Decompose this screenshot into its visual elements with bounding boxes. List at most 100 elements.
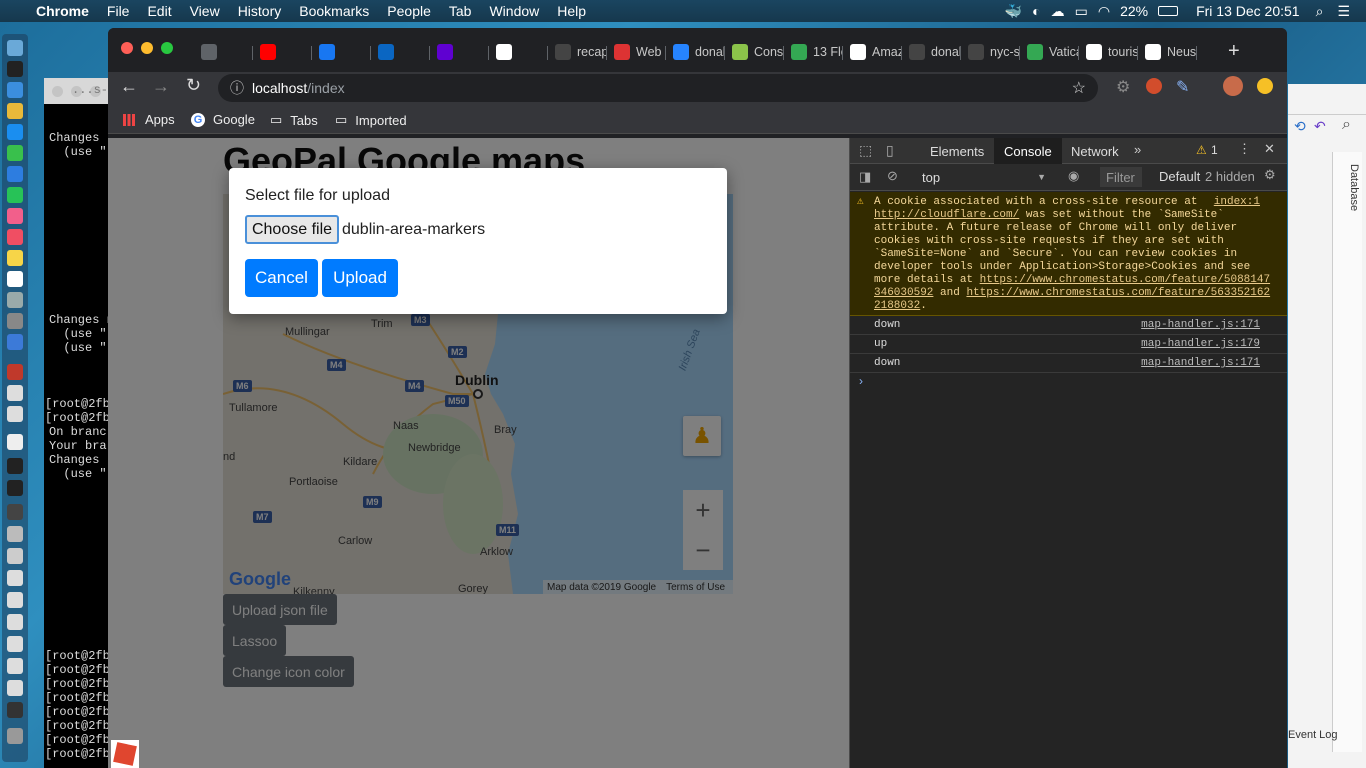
tab-console[interactable]: Console: [994, 138, 1062, 164]
browser-tab[interactable]: Amaz: [843, 40, 902, 64]
browser-tab[interactable]: Neusc: [1138, 40, 1197, 64]
browser-tab[interactable]: [430, 40, 489, 64]
browser-tab[interactable]: Const: [725, 40, 784, 64]
filter-input[interactable]: Filter: [1100, 167, 1142, 187]
window-icon[interactable]: [7, 636, 23, 652]
forward-button[interactable]: →: [152, 76, 170, 97]
notification-center-icon[interactable]: ☰: [1337, 3, 1350, 20]
browser-tab[interactable]: [312, 40, 371, 64]
live-expression-eye-icon[interactable]: ◉: [1068, 168, 1079, 184]
calendar-icon[interactable]: [7, 271, 23, 287]
terminal-window-icon[interactable]: [7, 480, 23, 496]
extension-pen-icon[interactable]: ✎: [1176, 77, 1189, 97]
menu-window[interactable]: Window: [480, 3, 548, 19]
browser-tab[interactable]: [489, 40, 548, 64]
xcode-icon[interactable]: [7, 334, 23, 350]
scratch-icon[interactable]: [111, 740, 139, 768]
browser-tab[interactable]: nyc-s: [961, 40, 1020, 64]
document-icon[interactable]: [7, 385, 23, 401]
close-devtools-icon[interactable]: ✕: [1264, 141, 1275, 157]
log-source-link[interactable]: map-handler.js:171: [1141, 319, 1260, 331]
window-icon[interactable]: [7, 658, 23, 674]
menu-people[interactable]: People: [378, 3, 440, 19]
airplay-icon[interactable]: ▭: [1075, 3, 1088, 20]
console-prompt-icon[interactable]: ›: [859, 374, 863, 388]
browser-tab[interactable]: Vatica: [1020, 40, 1079, 64]
whatsapp-icon[interactable]: [7, 187, 23, 203]
browser-tab[interactable]: [253, 40, 312, 64]
close-dot-icon[interactable]: [52, 86, 63, 97]
chrome-icon[interactable]: [7, 103, 23, 119]
appstore-icon[interactable]: [7, 124, 23, 140]
battery-percent[interactable]: 22%: [1120, 3, 1148, 19]
browser-tab[interactable]: 13 Fle: [784, 40, 843, 64]
menu-tab[interactable]: Tab: [440, 3, 481, 19]
window-icon[interactable]: [7, 680, 23, 696]
console-settings-icon[interactable]: ⚙: [1264, 167, 1276, 183]
log-source-link[interactable]: map-handler.js:171: [1141, 357, 1260, 369]
devtools-menu-icon[interactable]: ⋮: [1238, 141, 1251, 157]
messages-icon[interactable]: [7, 145, 23, 161]
terminal-window[interactable]: ...s-ap Changes (use " Changes n (use " …: [44, 78, 114, 768]
browser-tab[interactable]: Web r: [607, 40, 666, 64]
clear-console-icon[interactable]: ⊘: [887, 168, 898, 184]
photos-icon[interactable]: [7, 208, 23, 224]
safari-icon[interactable]: [7, 82, 23, 98]
back-button[interactable]: ←: [120, 76, 138, 97]
settings-icon[interactable]: [7, 313, 23, 329]
bookmark-folder-tabs[interactable]: ▭ Tabs: [270, 112, 318, 128]
warning-icon[interactable]: ⚠: [1196, 143, 1207, 157]
window-icon[interactable]: [7, 592, 23, 608]
search-icon[interactable]: ⌕: [1342, 116, 1351, 134]
refresh-icon[interactable]: ⟲: [1294, 118, 1306, 135]
log-source-link[interactable]: map-handler.js:179: [1141, 338, 1260, 350]
sidebar-toggle-icon[interactable]: ◨: [859, 169, 871, 185]
info-icon[interactable]: ⓘ: [230, 78, 244, 98]
cancel-button[interactable]: Cancel: [245, 259, 318, 297]
address-bar[interactable]: ⓘ localhost /index ☆: [218, 74, 1098, 102]
terminal-window-icon[interactable]: [7, 458, 23, 474]
music-icon[interactable]: [7, 229, 23, 245]
menu-bookmarks[interactable]: Bookmarks: [290, 3, 378, 19]
menu-history[interactable]: History: [229, 3, 291, 19]
preview-icon[interactable]: [7, 292, 23, 308]
extension-santa-icon[interactable]: [1146, 78, 1162, 94]
window-icon[interactable]: [7, 702, 23, 718]
phpstorm-icon[interactable]: [7, 364, 23, 380]
menu-app-name[interactable]: Chrome: [27, 3, 98, 19]
browser-tab[interactable]: donall: [666, 40, 725, 64]
browser-tab[interactable]: touris: [1079, 40, 1138, 64]
cloud-icon[interactable]: ☁: [1051, 3, 1065, 20]
new-tab-button[interactable]: +: [1228, 40, 1240, 63]
warning-link[interactable]: http://cloudflare.com/: [874, 209, 1019, 221]
window-icon[interactable]: [7, 526, 23, 542]
undo-icon[interactable]: ↶: [1314, 118, 1326, 135]
database-tab[interactable]: Database: [1348, 164, 1360, 211]
document-icon[interactable]: [7, 406, 23, 422]
vpn-icon[interactable]: ◐: [1032, 3, 1040, 19]
browser-tab[interactable]: [194, 40, 253, 64]
device-toolbar-icon[interactable]: ▯: [886, 142, 894, 159]
tab-elements[interactable]: Elements: [920, 138, 994, 164]
minimize-window-icon[interactable]: [141, 42, 153, 54]
more-tabs-icon[interactable]: »: [1134, 142, 1141, 157]
skype-icon[interactable]: [7, 166, 23, 182]
close-window-icon[interactable]: [121, 42, 133, 54]
upload-button[interactable]: Upload: [322, 259, 398, 297]
trash-icon[interactable]: [7, 728, 23, 744]
update-icon[interactable]: [1257, 78, 1273, 94]
menu-help[interactable]: Help: [548, 3, 595, 19]
warning-count[interactable]: 1: [1211, 143, 1218, 157]
menu-view[interactable]: View: [181, 3, 229, 19]
inspect-element-icon[interactable]: ⬚: [859, 142, 872, 159]
browser-tab[interactable]: recap: [548, 40, 607, 64]
window-icon[interactable]: [7, 570, 23, 586]
finder-icon[interactable]: [7, 40, 23, 56]
menu-file[interactable]: File: [98, 3, 139, 19]
reload-button[interactable]: ↻: [186, 75, 201, 96]
bookmark-folder-imported[interactable]: ▭ Imported: [335, 112, 407, 128]
context-select[interactable]: top ▼: [912, 164, 1052, 190]
docker-icon[interactable]: 🐳: [1005, 3, 1022, 20]
bookmark-google[interactable]: G Google: [191, 112, 255, 127]
window-icon[interactable]: [7, 614, 23, 630]
